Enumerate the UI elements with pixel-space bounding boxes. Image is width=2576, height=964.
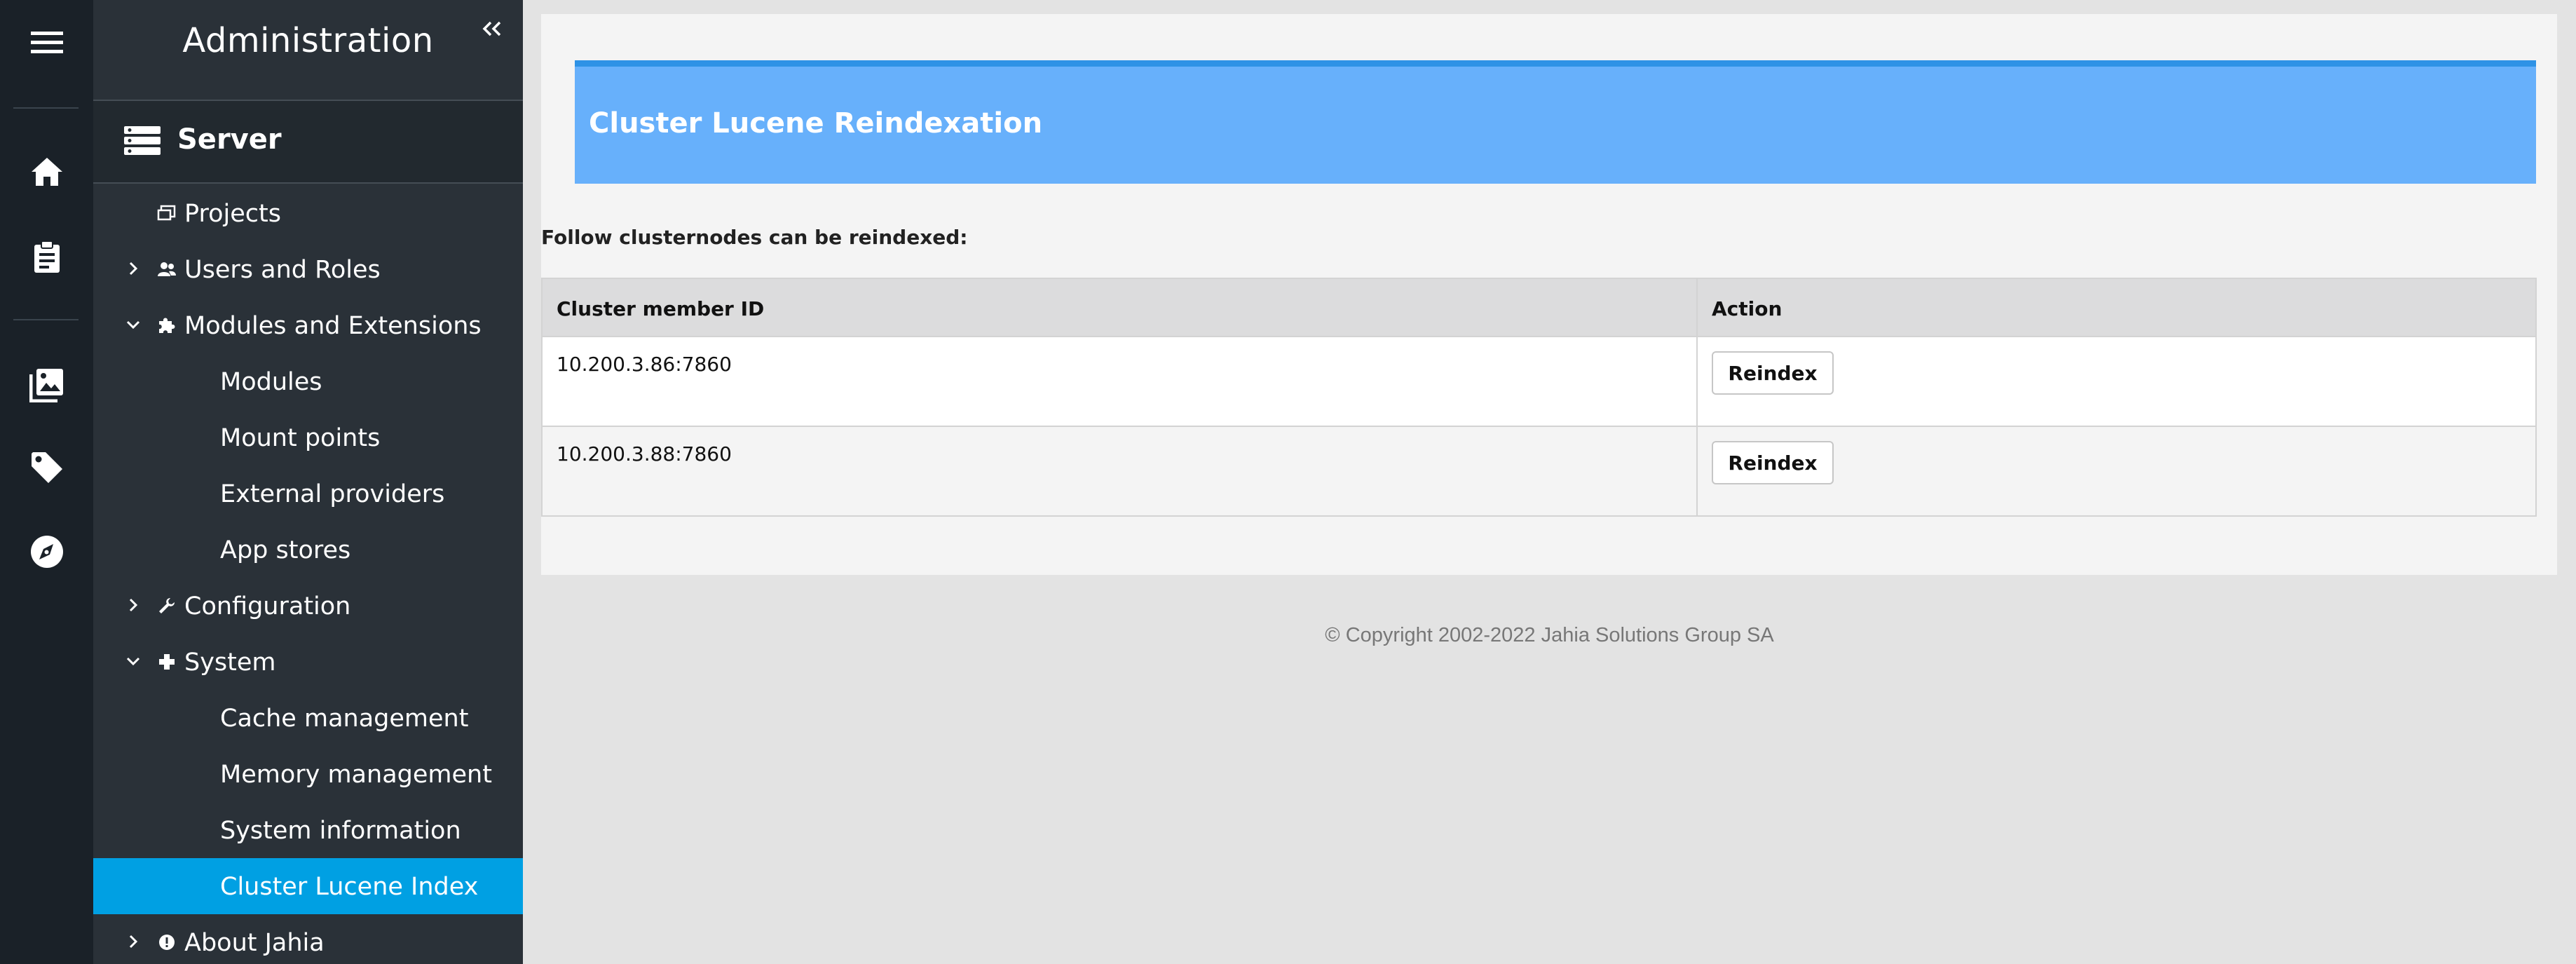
puzzle-icon <box>159 318 175 333</box>
cluster-member-id-cell: 10.200.3.86:7860 <box>543 337 1698 426</box>
sidebar-item-label: About Jahia <box>184 929 325 957</box>
sidebar-item-label: Cluster Lucene Index <box>220 873 479 901</box>
sidebar-header: Administration <box>93 0 523 101</box>
content-panel: Cluster Lucene Reindexation Follow clust… <box>541 14 2557 575</box>
wrench-icon <box>159 598 175 613</box>
table-row: 10.200.3.86:7860 Reindex <box>543 336 2535 426</box>
table-header-row: Cluster member ID Action <box>543 279 2535 336</box>
info-icon <box>159 935 175 950</box>
sidebar-item-configuration[interactable]: Configuration <box>93 578 523 634</box>
home-button[interactable] <box>0 140 93 203</box>
column-header-label: Action <box>1712 297 1783 320</box>
sidebar-section-server[interactable]: Server <box>93 101 523 184</box>
server-icon <box>124 126 161 155</box>
sidebar-item-label: Modules and Extensions <box>184 312 482 340</box>
chevron-down-icon <box>126 657 140 666</box>
rail-divider <box>13 319 79 320</box>
sidebar-item-label: Mount points <box>220 424 381 452</box>
main-content: Cluster Lucene Reindexation Follow clust… <box>523 0 2576 964</box>
cluster-members-table: Cluster member ID Action 10.200.3.86:786… <box>541 278 2537 517</box>
icon-rail <box>0 0 93 964</box>
sidebar-item-mount-points[interactable]: Mount points <box>93 409 523 466</box>
sidebar-item-users-and-roles[interactable]: Users and Roles <box>93 241 523 297</box>
sidebar-item-modules[interactable]: Modules <box>93 353 523 409</box>
column-header-action: Action <box>1698 279 2535 336</box>
table-row: 10.200.3.88:7860 Reindex <box>543 426 2535 515</box>
sidebar-item-about-jahia[interactable]: About Jahia <box>93 914 523 964</box>
action-cell: Reindex <box>1698 337 2535 426</box>
media-button[interactable] <box>0 353 93 416</box>
chevron-down-icon <box>126 320 140 330</box>
compass-icon <box>30 536 63 568</box>
explore-button[interactable] <box>0 520 93 583</box>
sidebar-item-label: Cache management <box>220 705 469 733</box>
chevron-right-icon <box>129 598 138 612</box>
sidebar-item-projects[interactable]: Projects <box>93 185 523 241</box>
tags-button[interactable] <box>0 436 93 499</box>
server-section-label: Server <box>177 123 282 156</box>
sidebar-item-modules-and-extensions[interactable]: Modules and Extensions <box>93 297 523 353</box>
sidebar-item-cache-management[interactable]: Cache management <box>93 690 523 746</box>
column-header-cluster-member-id: Cluster member ID <box>543 279 1698 336</box>
admin-sidebar: Administration Server Projects Users and… <box>93 0 523 964</box>
double-chevron-left-icon <box>482 21 501 36</box>
reindex-button[interactable]: Reindex <box>1712 351 1834 395</box>
cluster-member-id: 10.200.3.86:7860 <box>557 353 732 376</box>
page-title: Cluster Lucene Reindexation <box>589 107 1043 140</box>
sidebar-item-memory-management[interactable]: Memory management <box>93 746 523 802</box>
page-banner: Cluster Lucene Reindexation <box>575 60 2536 184</box>
sidebar-item-label: Configuration <box>184 592 351 620</box>
content-button[interactable] <box>0 226 93 289</box>
sidebar-item-label: Modules <box>220 368 322 396</box>
users-icon <box>158 262 176 276</box>
sidebar-item-external-providers[interactable]: External providers <box>93 466 523 522</box>
images-icon <box>29 369 63 402</box>
tag-icon <box>31 452 62 483</box>
chevron-right-icon <box>129 262 138 276</box>
plus-cross-icon <box>159 654 175 670</box>
menu-button[interactable] <box>0 11 93 74</box>
collapse-sidebar-button[interactable] <box>475 14 510 46</box>
sidebar-item-label: Projects <box>184 200 281 228</box>
sidebar-item-app-stores[interactable]: App stores <box>93 522 523 578</box>
sidebar-item-label: System <box>184 649 276 677</box>
cluster-member-id: 10.200.3.88:7860 <box>557 442 732 466</box>
sidebar-item-cluster-lucene-index[interactable]: Cluster Lucene Index <box>93 858 523 914</box>
cluster-member-id-cell: 10.200.3.88:7860 <box>543 427 1698 515</box>
sidebar-item-system-information[interactable]: System information <box>93 802 523 858</box>
sidebar-item-label: System information <box>220 817 461 845</box>
chevron-right-icon <box>129 935 138 949</box>
sidebar-item-label: Memory management <box>220 761 492 789</box>
home-icon <box>31 158 62 186</box>
action-cell: Reindex <box>1698 427 2535 515</box>
column-header-label: Cluster member ID <box>557 297 765 320</box>
projects-icon <box>157 205 176 221</box>
sidebar-item-label: Users and Roles <box>184 256 381 284</box>
menu-icon <box>30 32 63 53</box>
clipboard-icon <box>34 240 60 273</box>
sidebar-item-label: External providers <box>220 480 445 508</box>
copyright-footer: © Copyright 2002-2022 Jahia Solutions Gr… <box>1325 624 1774 646</box>
sidebar-item-label: App stores <box>220 536 351 564</box>
reindex-button[interactable]: Reindex <box>1712 441 1834 484</box>
intro-text: Follow clusternodes can be reindexed: <box>541 226 968 249</box>
sidebar-title: Administration <box>182 21 434 60</box>
sidebar-item-system[interactable]: System <box>93 634 523 690</box>
rail-divider <box>13 107 79 109</box>
